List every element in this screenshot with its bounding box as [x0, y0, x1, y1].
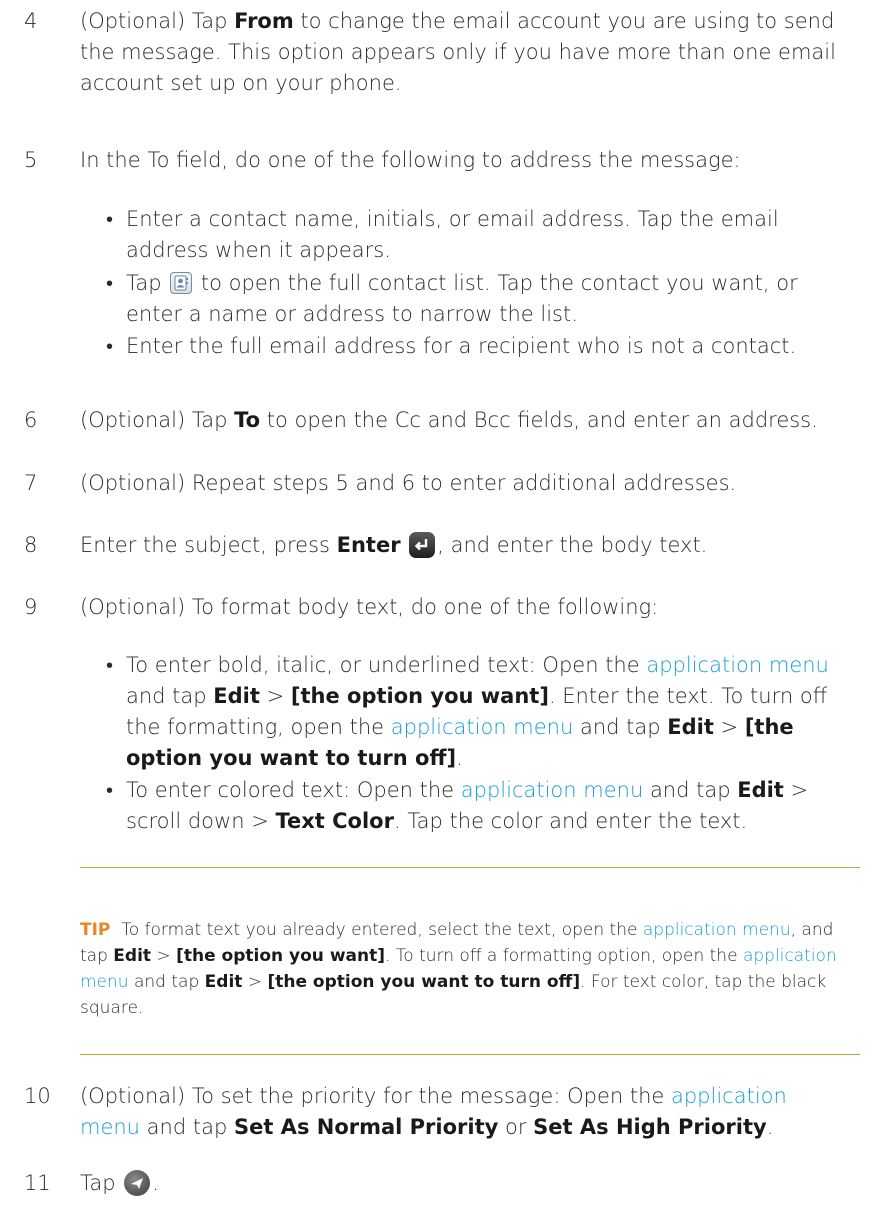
tip-box: TIP To format text you already entered, … [80, 920, 837, 1018]
enter-label: Enter [336, 533, 401, 557]
tip-label: TIP [80, 920, 111, 940]
step-text: (Optional) Repeat steps 5 and 6 to enter… [80, 471, 737, 495]
bullet-dot: • [106, 207, 114, 231]
step-number: 5 [24, 148, 38, 172]
bullet-dot: • [106, 778, 114, 802]
application-menu-link[interactable]: application menu [643, 920, 791, 940]
bullet-dot: • [106, 653, 114, 677]
step-number: 8 [24, 533, 38, 557]
step-number: 4 [24, 9, 38, 33]
bullet-text: To enter bold, italic, or underlined tex… [126, 653, 829, 770]
tip-bottom-rule [80, 1054, 860, 1055]
application-menu-link[interactable]: application menu [391, 715, 574, 739]
step-text: (Optional) Tap From to change the email … [80, 9, 836, 95]
send-icon [124, 1170, 151, 1196]
bullet-text: Tap to open the full contact list. Tap t… [126, 271, 798, 326]
bullet-dot: • [106, 271, 114, 295]
step-number: 6 [24, 408, 38, 432]
step-number: 7 [24, 471, 38, 495]
to-label: To [234, 408, 261, 432]
contact-list-icon [170, 272, 193, 294]
normal-priority-label: Set As Normal Priority [233, 1115, 499, 1139]
step-number: 10 [24, 1084, 51, 1108]
bullet-text: Enter a contact name, initials, or email… [126, 207, 779, 262]
step-text: In the To field, do one of the following… [80, 148, 741, 172]
application-menu-link[interactable]: application menu [461, 778, 644, 802]
high-priority-label: Set As High Priority [533, 1115, 767, 1139]
application-menu-link[interactable]: application menu [646, 653, 829, 677]
step-text: Tap . [80, 1170, 159, 1196]
step-number: 11 [24, 1171, 51, 1195]
tip-top-rule [80, 867, 860, 868]
bullet-text: To enter colored text: Open the applicat… [126, 778, 809, 833]
bullet-text: Enter the full email address for a recip… [126, 334, 797, 358]
step-text: (Optional) To set the priority for the m… [80, 1084, 787, 1139]
bullet-dot: • [106, 334, 114, 358]
enter-key-icon [409, 532, 436, 558]
step-text: (Optional) Tap To to open the Cc and Bcc… [80, 408, 818, 432]
step-text: (Optional) To format body text, do one o… [80, 595, 659, 619]
from-label: From [234, 9, 294, 33]
step-text: Enter the subject, press Enter , and ent… [80, 532, 708, 558]
step-number: 9 [24, 595, 38, 619]
